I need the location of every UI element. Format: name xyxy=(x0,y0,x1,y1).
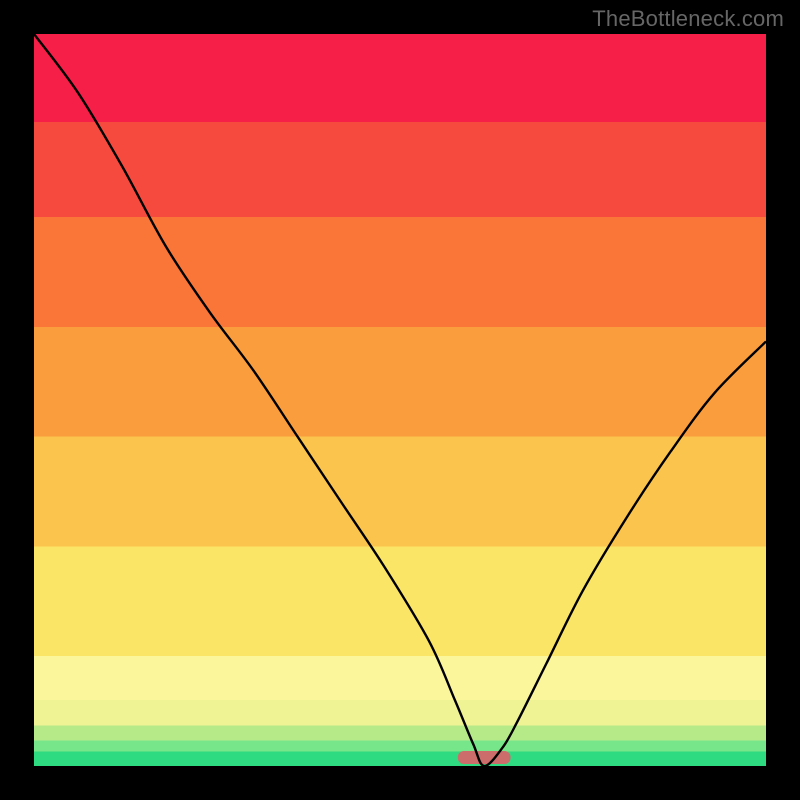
chart-svg xyxy=(0,0,800,800)
valley-marker xyxy=(458,751,511,764)
plot-area xyxy=(34,34,766,766)
chart-stage: TheBottleneck.com xyxy=(0,0,800,800)
watermark: TheBottleneck.com xyxy=(592,6,784,32)
